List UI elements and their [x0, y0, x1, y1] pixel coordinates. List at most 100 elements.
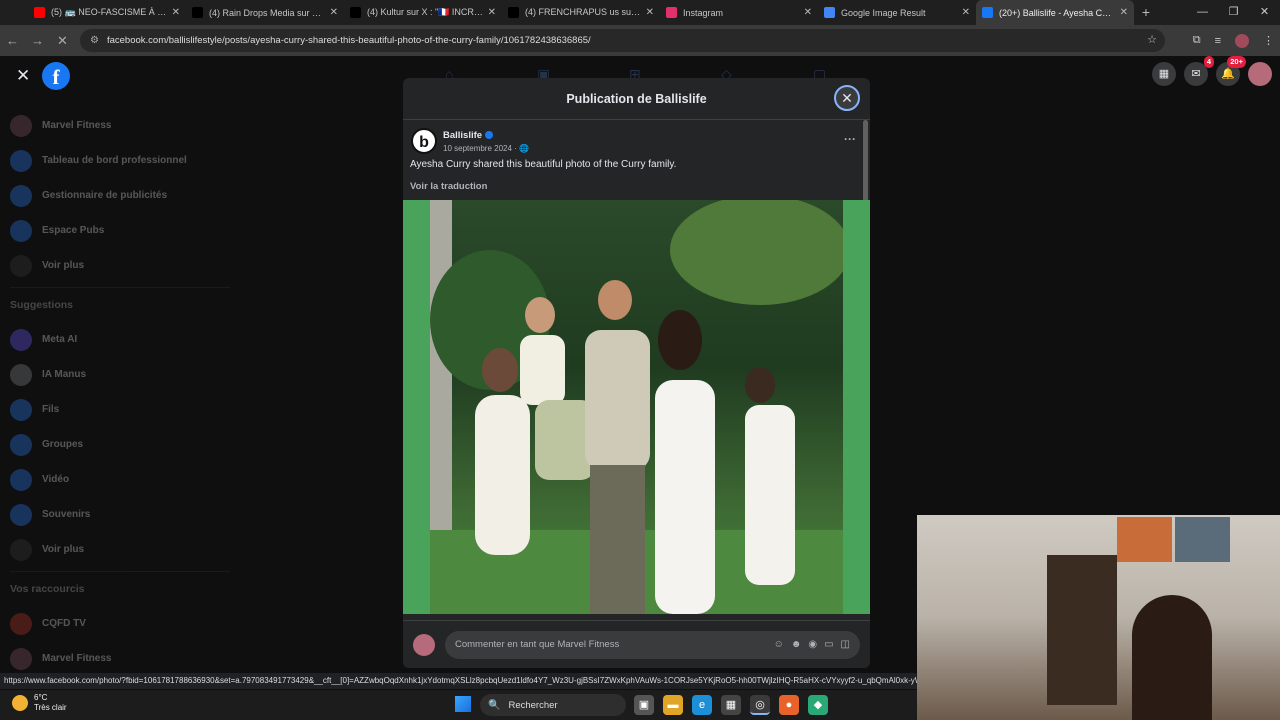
store-icon[interactable]: ▦	[721, 695, 741, 715]
memories-icon	[10, 503, 32, 526]
account-avatar[interactable]	[1248, 62, 1272, 86]
app-icon[interactable]: ◆	[808, 695, 828, 715]
sidebar-item[interactable]: Marvel Fitness	[10, 641, 230, 676]
avatar-sticker-icon[interactable]: ☺	[774, 639, 784, 650]
sidebar-item[interactable]: Marvel Fitness	[10, 108, 230, 143]
sidebar-item[interactable]: Vidéo	[10, 462, 230, 497]
window-controls: — ❐ ✕	[1187, 0, 1280, 25]
x-icon	[508, 7, 519, 18]
close-icon[interactable]: ✕	[16, 66, 30, 86]
file-explorer-icon[interactable]: ▬	[663, 695, 683, 715]
modal-close-button[interactable]: ✕	[834, 85, 860, 111]
sidebar-item[interactable]: Tableau de bord professionnel	[10, 143, 230, 178]
sidebar-item[interactable]: Voir plus	[10, 248, 230, 283]
firefox-icon[interactable]: ●	[779, 695, 799, 715]
weather-widget[interactable]: 6°C Très clair	[12, 693, 67, 713]
youtube-icon	[34, 7, 45, 18]
browser-tab[interactable]: (20+) Ballislife - Ayesha Curry s ✕	[976, 0, 1134, 25]
more-options-icon[interactable]: ···	[844, 132, 856, 146]
windows-start-icon[interactable]	[455, 696, 471, 712]
poster	[1175, 517, 1230, 562]
weather-sun-icon	[12, 695, 28, 711]
browser-tab[interactable]: (4) Kultur sur X : "🇫🇷 INCROYA ✕	[344, 0, 502, 25]
post-date[interactable]: 10 septembre 2024 ·	[443, 144, 519, 153]
author-name[interactable]: Ballislife	[443, 130, 482, 141]
megaphone-icon	[10, 219, 32, 242]
sidebar-item-label: Gestionnaire de publicités	[42, 190, 168, 201]
tab-close-icon[interactable]: ✕	[646, 7, 654, 18]
facebook-logo[interactable]: f	[42, 62, 70, 90]
tab-close-icon[interactable]: ✕	[962, 7, 970, 18]
camera-icon[interactable]: ◉	[808, 639, 817, 650]
comment-input[interactable]: Commenter en tant que Marvel Fitness ☺ ☻…	[445, 630, 860, 659]
x-icon	[192, 7, 203, 18]
streamer	[1132, 595, 1212, 720]
emoji-icon[interactable]: ☻	[791, 639, 802, 650]
sidebar-item[interactable]: Souvenirs	[10, 497, 230, 532]
minimize-button[interactable]: —	[1187, 0, 1218, 25]
post-photo[interactable]	[403, 200, 870, 614]
sidebar-section-title: Suggestions	[10, 287, 230, 322]
close-window-button[interactable]: ✕	[1249, 0, 1280, 25]
browser-tab[interactable]: (4) Rain Drops Media sur X : "M ✕	[186, 0, 344, 25]
sidebar-item[interactable]: CQFD TV	[10, 606, 230, 641]
stop-loading-icon[interactable]: ✕	[50, 33, 75, 49]
profile-avatar[interactable]	[1235, 33, 1249, 48]
sidebar-item[interactable]: IA Manus	[10, 357, 230, 392]
gif-icon[interactable]: ▭	[824, 639, 833, 650]
messenger-icon[interactable]: ✉ 4	[1184, 56, 1214, 86]
sidebar-item[interactable]: Gestionnaire de publicités	[10, 178, 230, 213]
globe-icon: 🌐	[519, 143, 530, 153]
sidebar-item-label: Souvenirs	[42, 509, 91, 520]
video-icon	[10, 468, 32, 491]
left-sidebar: Marvel Fitness Tableau de bord profession…	[10, 108, 230, 676]
menu-icon[interactable]: ⋮	[1263, 34, 1274, 47]
sidebar-item-label: Voir plus	[42, 544, 85, 555]
weather-temp: 6°C	[34, 693, 48, 702]
verified-badge-icon	[485, 130, 494, 139]
tab-close-icon[interactable]: ✕	[488, 7, 496, 18]
task-view-icon[interactable]: ▣	[634, 695, 654, 715]
browser-tab[interactable]: (4) FRENCHRAPUS us sur X : "🇫 ✕	[502, 0, 660, 25]
tab-close-icon[interactable]: ✕	[172, 7, 180, 18]
webcam-overlay	[917, 515, 1280, 720]
sidebar-item[interactable]: Voir plus	[10, 532, 230, 567]
tab-close-icon[interactable]: ✕	[1120, 7, 1128, 18]
facebook-icon	[982, 7, 993, 18]
sidebar-item-label: IA Manus	[42, 369, 87, 380]
menu-grid-icon[interactable]: ▦	[1152, 62, 1176, 86]
sidebar-item[interactable]: Meta AI	[10, 322, 230, 357]
x-icon	[350, 7, 361, 18]
ballislife-avatar[interactable]: b	[411, 128, 437, 154]
sidebar-item[interactable]: Groupes	[10, 427, 230, 462]
modal-title: Publication de Ballislife	[403, 78, 870, 120]
browser-tab[interactable]: Google Image Result ✕	[818, 0, 976, 25]
see-translation-link[interactable]: Voir la traduction	[410, 181, 487, 192]
sticker-icon[interactable]: ◫	[841, 639, 850, 650]
browser-tab[interactable]: (5) 🚌 NEO-FASCISME À LYON ✕	[28, 0, 186, 25]
tab-title: (4) FRENCHRAPUS us sur X : "🇫	[525, 7, 642, 17]
status-bar-url: https://www.facebook.com/photo/?fbid=106…	[0, 673, 918, 689]
extensions-icon[interactable]: ⧉	[1193, 34, 1201, 47]
weather-desc: Très clair	[34, 703, 67, 712]
media-controls-icon[interactable]: ≡	[1215, 35, 1221, 47]
taskbar-search[interactable]: 🔍 Rechercher	[480, 694, 626, 716]
url-field[interactable]: ⚙ facebook.com/ballislifestyle/posts/aye…	[80, 29, 1165, 52]
tab-close-icon[interactable]: ✕	[804, 7, 812, 18]
sidebar-section-title: Vos raccourcis	[10, 571, 230, 606]
back-icon[interactable]: ←	[0, 33, 25, 48]
address-bar-row: ← → ✕ ⚙ facebook.com/ballislifestyle/pos…	[0, 25, 1280, 56]
site-info-icon[interactable]: ⚙	[90, 35, 99, 46]
maximize-button[interactable]: ❐	[1218, 0, 1249, 25]
sidebar-item[interactable]: Fils	[10, 392, 230, 427]
new-tab-button[interactable]: +	[1134, 0, 1158, 25]
chrome-icon[interactable]: ◎	[750, 695, 770, 715]
sidebar-item[interactable]: Espace Pubs	[10, 213, 230, 248]
bookmark-star-icon[interactable]: ☆	[1147, 33, 1157, 46]
edge-icon[interactable]: e	[692, 695, 712, 715]
tab-close-icon[interactable]: ✕	[330, 7, 338, 18]
forward-icon[interactable]: →	[25, 33, 50, 48]
notifications-icon[interactable]: 🔔 20+	[1216, 56, 1246, 86]
browser-tab[interactable]: Instagram ✕	[660, 0, 818, 25]
search-icon: 🔍	[488, 699, 501, 711]
